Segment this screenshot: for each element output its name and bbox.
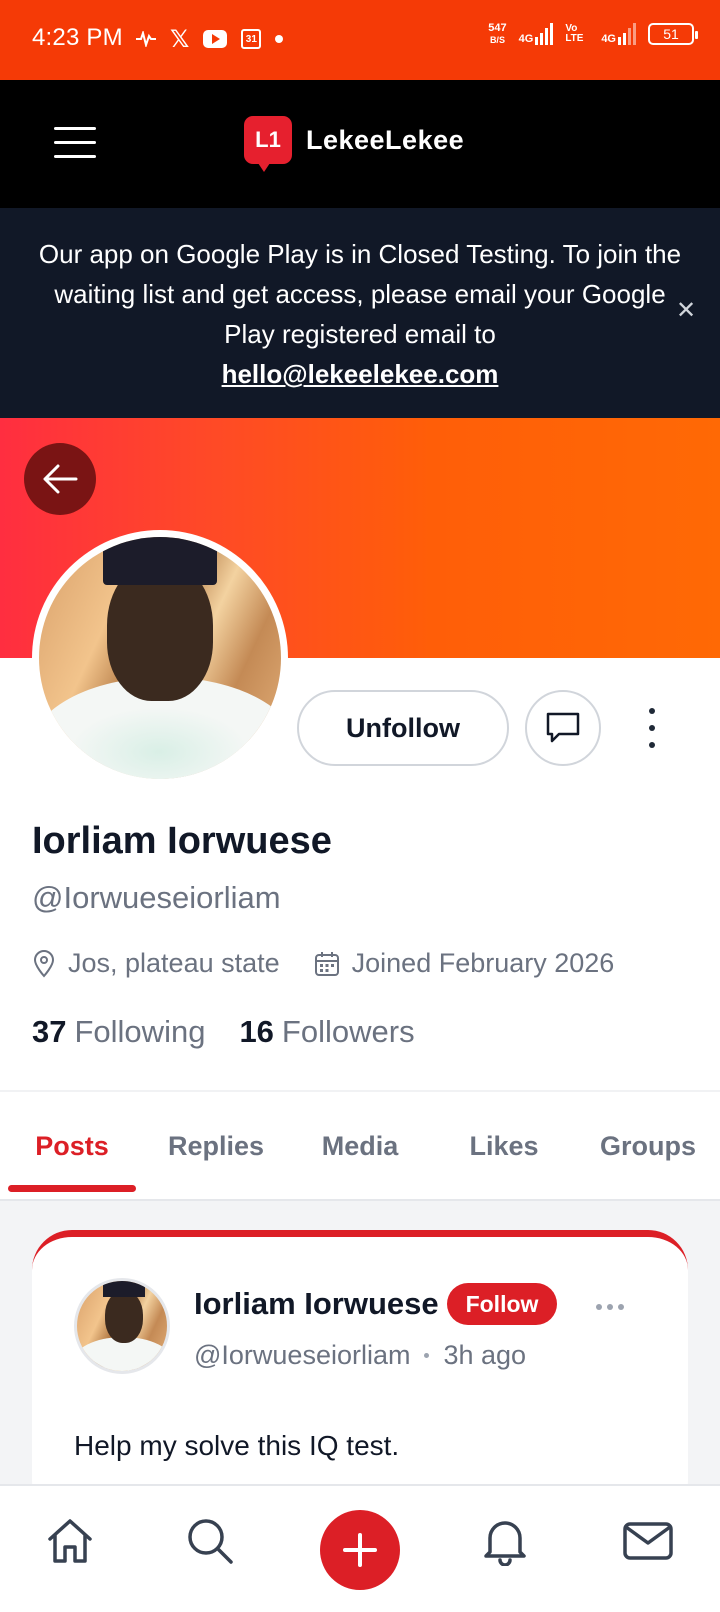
profile-tabs: Posts Replies Media Likes Groups	[0, 1092, 720, 1200]
youtube-icon	[203, 30, 228, 48]
joined-item: Joined February 2026	[314, 948, 615, 979]
followers-count: 16	[239, 1014, 274, 1049]
logo-text: LekeeLekee	[306, 124, 465, 155]
profile-avatar[interactable]	[32, 530, 288, 786]
create-post-button[interactable]	[320, 1510, 400, 1590]
tab-posts[interactable]: Posts	[0, 1092, 144, 1200]
calendar-icon	[314, 951, 339, 976]
signal-icon-2: 4G	[601, 23, 636, 45]
unfollow-button[interactable]: Unfollow	[297, 690, 509, 766]
network-type-2: 4G	[601, 33, 616, 45]
following-count: 37	[32, 1014, 67, 1049]
battery-icon: 51	[648, 23, 698, 45]
post-more-icon[interactable]	[596, 1304, 624, 1310]
post-text: Help my solve this IQ test.	[74, 1430, 400, 1461]
profile-location: Jos, plateau state	[68, 948, 280, 978]
followers-link[interactable]: 16 Followers	[239, 1014, 414, 1050]
post-card[interactable]	[32, 1230, 688, 1520]
net-speed-value: 547	[488, 22, 507, 34]
tab-replies[interactable]: Replies	[144, 1092, 288, 1200]
status-bar: 4:23 PM 𝕏 31 547 B/S 4G Vo LTE 4G 51	[0, 0, 720, 80]
announcement-banner: Our app on Google Play is in Closed Test…	[0, 208, 720, 418]
more-options-icon[interactable]	[640, 708, 664, 748]
tab-likes[interactable]: Likes	[432, 1092, 576, 1200]
nav-home[interactable]	[20, 1486, 120, 1596]
signal-icon: 4G	[519, 23, 554, 45]
profile-name: Iorliam Iorwuese	[32, 820, 332, 862]
back-button[interactable]	[24, 443, 96, 515]
arrow-left-icon	[43, 464, 78, 494]
chat-bubble-icon	[546, 712, 580, 743]
mail-icon	[623, 1522, 673, 1560]
separator-dot	[424, 1353, 430, 1358]
following-link[interactable]: 37 Following	[32, 1014, 205, 1050]
banner-message: Our app on Google Play is in Closed Test…	[30, 234, 690, 394]
location-pin-icon	[33, 949, 55, 977]
post-meta: @Iorwueseiorliam 3h ago	[194, 1340, 526, 1371]
post-time: 3h ago	[443, 1340, 527, 1370]
app-header: L1 LekeeLekee	[0, 80, 720, 208]
status-time: 4:23 PM	[32, 24, 123, 51]
bell-icon	[484, 1521, 526, 1566]
follow-button[interactable]: Follow	[447, 1283, 557, 1325]
close-icon[interactable]: ✕	[676, 296, 696, 325]
system-indicators: 547 B/S 4G Vo LTE 4G 51	[488, 22, 698, 46]
logo-mark-icon: L1	[244, 116, 292, 172]
profile-handle: @Iorwueseiorliam	[32, 880, 281, 915]
menu-icon[interactable]	[54, 127, 96, 161]
banner-text: Our app on Google Play is in Closed Test…	[38, 239, 682, 349]
profile-joined: Joined February 2026	[351, 948, 615, 978]
post-author-avatar[interactable]	[74, 1278, 170, 1374]
message-button[interactable]	[525, 690, 601, 766]
nav-messages[interactable]	[598, 1486, 698, 1596]
nav-notifications[interactable]	[455, 1486, 555, 1596]
avatar-photo	[39, 537, 281, 779]
search-icon	[188, 1519, 233, 1564]
net-speed-unit: B/S	[489, 35, 505, 45]
calendar-icon: 31	[241, 29, 262, 49]
tab-groups[interactable]: Groups	[576, 1092, 720, 1200]
post-author-name[interactable]: Iorliam Iorwuese	[194, 1286, 439, 1322]
activity-icon	[136, 31, 156, 47]
notification-icons: 𝕏 31	[136, 24, 284, 54]
app-logo[interactable]: L1 LekeeLekee	[244, 116, 465, 172]
home-icon	[48, 1519, 92, 1563]
network-speed: 547 B/S	[488, 22, 506, 46]
tab-media[interactable]: Media	[288, 1092, 432, 1200]
volte-icon: Vo LTE	[565, 23, 584, 44]
dot-icon	[275, 35, 284, 43]
x-icon: 𝕏	[170, 25, 190, 53]
bottom-nav	[0, 1484, 720, 1612]
plus-icon	[343, 1533, 377, 1567]
profile-meta: Jos, plateau state Joined February 2026	[32, 948, 648, 979]
location-item: Jos, plateau state	[32, 948, 280, 979]
post-author-handle: @Iorwueseiorliam	[194, 1340, 411, 1370]
network-type-1: 4G	[518, 33, 534, 45]
nav-search[interactable]	[160, 1486, 260, 1596]
follow-counts: 37 Following 16 Followers	[32, 1014, 415, 1050]
following-label: Following	[74, 1014, 206, 1049]
banner-email-link[interactable]: hello@lekeelekee.com	[30, 354, 690, 394]
followers-label: Followers	[281, 1014, 415, 1049]
